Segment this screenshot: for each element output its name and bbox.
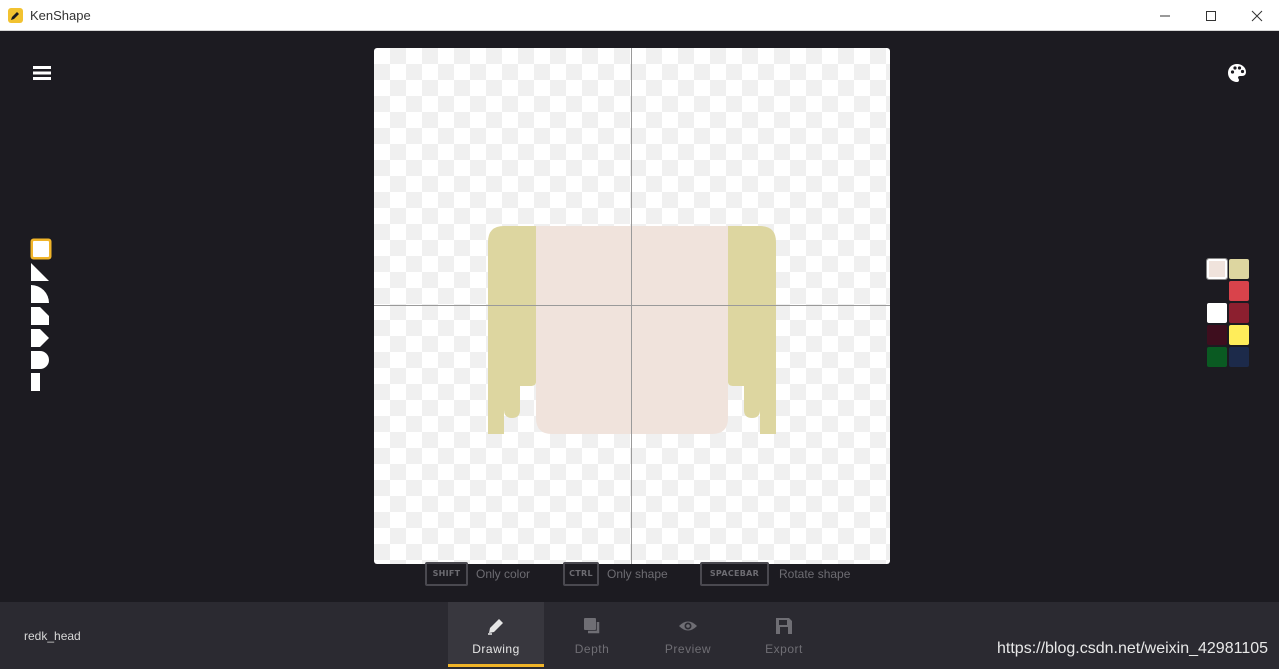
cut-corner-shape-icon (31, 307, 49, 325)
ctrl-hint-text: Only shape (607, 567, 668, 581)
tab-preview-label: Preview (664, 642, 712, 656)
head-drawing (488, 226, 776, 434)
shape-half-bar-tool[interactable] (29, 371, 51, 393)
layers-icon (582, 616, 602, 636)
maximize-button[interactable] (1188, 0, 1234, 31)
quarter-circle-shape-icon (31, 285, 49, 303)
app-logo-icon (8, 8, 23, 23)
editor-area (0, 31, 1279, 602)
shape-quarter-circle-tool[interactable] (29, 283, 51, 305)
color-swatch[interactable] (1207, 347, 1227, 367)
tab-export[interactable]: Export (736, 602, 832, 667)
window-title: KenShape (30, 8, 91, 23)
color-swatch[interactable] (1229, 347, 1249, 367)
close-button[interactable] (1234, 0, 1279, 31)
shape-square-tool[interactable] (29, 237, 52, 260)
square-shape-icon (30, 238, 52, 260)
title-bar: KenShape (0, 0, 1279, 31)
tab-drawing-label: Drawing (472, 642, 520, 656)
minimize-icon (1160, 15, 1170, 17)
filename-label: redk_head (24, 629, 81, 643)
ctrl-key-badge: CTRL (563, 562, 599, 586)
close-icon (1251, 10, 1263, 22)
pencil-icon (486, 616, 506, 636)
color-swatch[interactable] (1229, 281, 1249, 301)
shape-half-circle-tool[interactable] (29, 349, 51, 371)
vertical-guide-line (631, 48, 632, 564)
arrow-shape-icon (31, 329, 49, 347)
eye-icon (678, 616, 698, 636)
face (536, 226, 728, 434)
color-swatch[interactable] (1229, 325, 1249, 345)
tab-export-label: Export (765, 642, 803, 656)
color-swatch[interactable] (1229, 303, 1249, 323)
palette-icon[interactable] (1227, 63, 1247, 83)
shift-key-badge: SHIFT (425, 562, 468, 586)
spacebar-hint-text: Rotate shape (779, 567, 851, 581)
keyboard-hints: SHIFT Only color CTRL Only shape SPACEBA… (0, 562, 1279, 586)
color-palette (1206, 258, 1253, 371)
hair-left (488, 226, 536, 434)
color-swatch[interactable] (1207, 325, 1227, 345)
triangle-shape-icon (31, 263, 49, 281)
tab-drawing[interactable]: Drawing (448, 602, 544, 667)
tab-depth-label: Depth (574, 642, 610, 656)
maximize-icon (1206, 11, 1216, 21)
minimize-button[interactable] (1142, 0, 1188, 31)
save-icon (774, 616, 794, 636)
shift-hint-text: Only color (476, 567, 531, 581)
color-swatch[interactable] (1229, 259, 1249, 279)
spacebar-key-badge: SPACEBAR (700, 562, 769, 586)
shape-arrow-tool[interactable] (29, 327, 51, 349)
shape-triangle-tool[interactable] (29, 261, 51, 283)
color-swatch[interactable] (1206, 258, 1228, 280)
hamburger-menu-icon[interactable] (32, 64, 52, 82)
color-swatch[interactable] (1207, 303, 1227, 323)
watermark-url: https://blog.csdn.net/weixin_42981105 (997, 640, 1269, 657)
half-bar-shape-icon (31, 373, 40, 391)
half-circle-shape-icon (31, 351, 49, 369)
tab-depth[interactable]: Depth (544, 602, 640, 667)
drawing-canvas[interactable] (374, 48, 890, 564)
hair-right (728, 226, 776, 434)
bottom-bar: redk_head Drawing Depth Preview Export h… (0, 602, 1279, 669)
shape-cut-corner-tool[interactable] (29, 305, 51, 327)
tab-preview[interactable]: Preview (640, 602, 736, 667)
horizontal-guide-line (374, 305, 890, 306)
